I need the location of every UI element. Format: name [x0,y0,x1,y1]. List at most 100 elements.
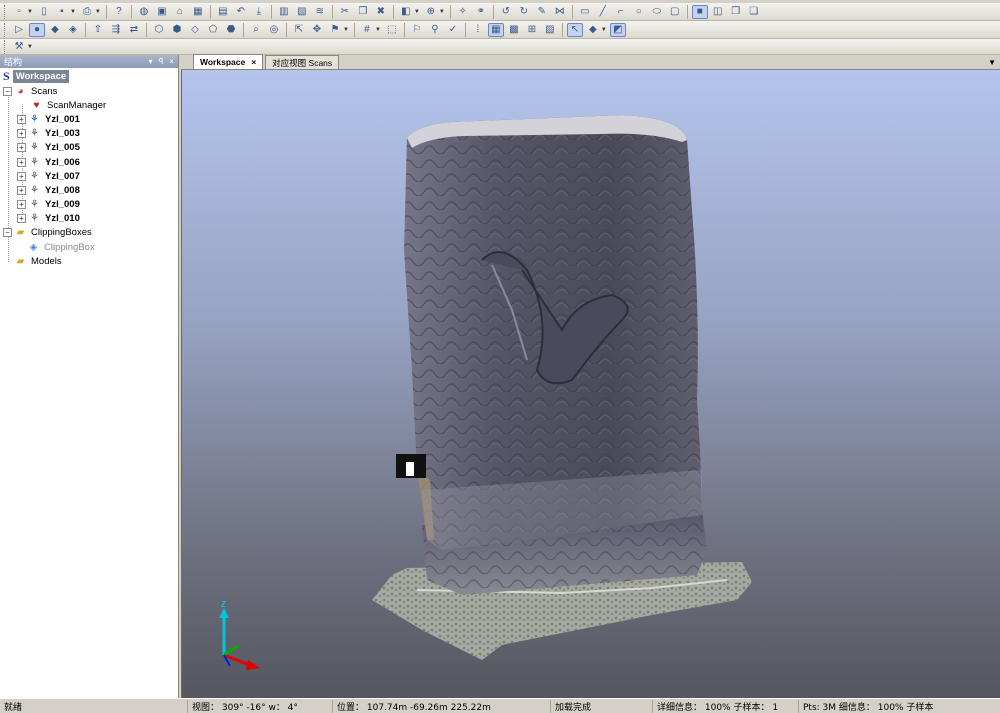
tools-icon[interactable]: ⚒ [11,40,27,54]
tree-item-scan[interactable]: + ⚘ Yzl_010 [0,212,178,226]
expand-icon[interactable]: + [17,143,26,153]
link-icon[interactable]: ⚭ [473,5,489,19]
image-icon[interactable]: ▦ [190,5,206,19]
box-icon[interactable]: ◩ [609,22,626,37]
tree-item-clippingbox[interactable]: ◈ ClippingBox [0,240,178,254]
tile-window-icon[interactable]: ◫ [710,5,726,19]
tree-item-scan[interactable]: + ⚘ Yzl_001 [0,112,178,126]
open-file-icon[interactable]: ▯ [36,5,52,19]
grid-small-icon[interactable]: ▦ [487,22,504,37]
help-icon[interactable]: ? [111,5,127,19]
marker-icon[interactable]: ⚲ [427,23,443,37]
collapse-icon[interactable]: − [3,86,12,96]
document-icon[interactable]: ▤ [215,5,231,19]
chevron-down-icon[interactable]: ▼ [27,44,33,50]
save-icon[interactable]: ▪ [54,5,70,19]
line-icon[interactable]: ╱ [595,5,611,19]
tree-item-scans[interactable]: − ◕ Scans [0,84,178,98]
wand-icon[interactable]: ✧ [455,5,471,19]
toolbar-grip[interactable] [4,4,7,19]
tab-workspace[interactable]: Workspace × [193,54,264,69]
3d-view-icon[interactable]: ▣ [154,5,170,19]
chevron-down-icon[interactable]: ▼ [70,9,76,15]
rectangle-icon[interactable]: ▭ [577,5,593,19]
paste-icon[interactable]: ❐ [355,5,371,19]
polyline-icon[interactable]: ⌐ [613,5,629,19]
zoom-icon[interactable]: ⊕ [423,5,439,19]
layout-icon[interactable]: ▥ [276,5,292,19]
cube-side-icon[interactable]: ⬢ [169,23,185,37]
cascade-window-icon[interactable]: ❒ [728,5,744,19]
layout-alt-icon[interactable]: ▧ [294,5,310,19]
picture-icon[interactable]: ◧ [398,5,414,19]
expand-icon[interactable]: + [17,114,26,124]
tree-item-scan[interactable]: + ⚘ Yzl_003 [0,127,178,141]
chevron-down-icon[interactable]: ▼ [439,9,445,15]
model-icon[interactable]: ◆ [585,23,601,37]
home-icon[interactable]: ⌂ [172,5,188,19]
expand-icon[interactable]: + [17,171,26,181]
scanner-marker-icon[interactable] [396,454,426,478]
search-icon[interactable]: ⌕ [248,23,264,37]
export-icon[interactable]: ⤓ [251,5,267,19]
float-window-icon[interactable]: ❏ [746,5,762,19]
ellipse-icon[interactable]: ⬭ [649,5,665,19]
cube-front-icon[interactable]: ⬡ [151,23,167,37]
rotate-right-icon[interactable]: ↻ [516,5,532,19]
expand-icon[interactable]: + [17,214,26,224]
chevron-down-icon[interactable]: ▼ [95,9,101,15]
tree-item-workspace[interactable]: S Workspace [0,69,178,84]
toolbar-grip[interactable] [4,39,7,54]
frame-icon[interactable]: ▢ [667,5,683,19]
tree-item-clippingboxes[interactable]: − ▰ ClippingBoxes [0,226,178,240]
new-file-icon[interactable]: ▫ [11,5,27,19]
pan-icon[interactable]: ✥ [309,23,325,37]
expand-icon[interactable]: + [17,200,26,210]
single-window-icon[interactable]: ■ [691,4,708,19]
eraser-icon[interactable]: ◈ [65,23,81,37]
wall-icon[interactable]: ▨ [542,23,558,37]
cut-icon[interactable]: ✂ [337,5,353,19]
expand-icon[interactable]: + [17,157,26,167]
chevron-down-icon[interactable]: ▼ [27,9,33,15]
brush-icon[interactable]: ✎ [534,5,550,19]
sphere-icon[interactable]: ● [29,22,45,37]
waveform-icon[interactable]: ≋ [312,5,328,19]
navigate-icon[interactable]: ⇱ [291,23,307,37]
grid-icon[interactable]: # [359,23,375,37]
fence-icon[interactable]: ⋈ [552,5,568,19]
tree-item-scan[interactable]: + ⚘ Yzl_009 [0,198,178,212]
print-icon[interactable]: ⎙ [79,5,95,19]
scan-icon[interactable]: ◍ [136,5,152,19]
tree-item-scan[interactable]: + ⚘ Yzl_008 [0,183,178,197]
rotate-left-icon[interactable]: ↺ [498,5,514,19]
tree-item-scan[interactable]: + ⚘ Yzl_007 [0,169,178,183]
delete-icon[interactable]: ✖ [373,5,389,19]
circle-icon[interactable]: ○ [631,5,647,19]
flag-icon[interactable]: ⚐ [409,23,425,37]
grid-large-icon[interactable]: ▩ [506,23,522,37]
close-icon[interactable]: × [251,57,256,67]
chevron-down-icon[interactable]: ▼ [343,27,349,33]
3d-viewport[interactable]: Z [181,70,1000,698]
panel-close-icon[interactable]: × [169,57,174,66]
toolbar-grip[interactable] [4,22,7,37]
dots-grid-icon[interactable]: ⁞ [470,23,486,37]
pin-icon[interactable]: ✓ [445,23,461,37]
chevron-down-icon[interactable]: ▼ [601,27,607,33]
cube-iso-icon[interactable]: ⬠ [205,23,221,37]
orbit-icon[interactable]: ◎ [266,23,282,37]
shapes-icon[interactable]: ◆ [47,23,63,37]
tree-item-scanmanager[interactable]: ♥ ScanManager [0,98,178,112]
tab-list-chevron-icon[interactable]: ▼ [988,58,996,67]
collapse-icon[interactable]: − [3,228,12,238]
select-icon[interactable]: ⬚ [384,23,400,37]
chevron-down-icon[interactable]: ▼ [414,9,420,15]
chevron-down-icon[interactable]: ▼ [375,27,381,33]
cube-top-icon[interactable]: ◇ [187,23,203,37]
expand-icon[interactable]: + [17,129,26,139]
expand-icon[interactable]: + [17,185,26,195]
walk-icon[interactable]: ⚑ [327,23,343,37]
cursor-icon[interactable]: ↖ [566,22,583,37]
tree-item-models[interactable]: ▰ Models [0,254,178,268]
